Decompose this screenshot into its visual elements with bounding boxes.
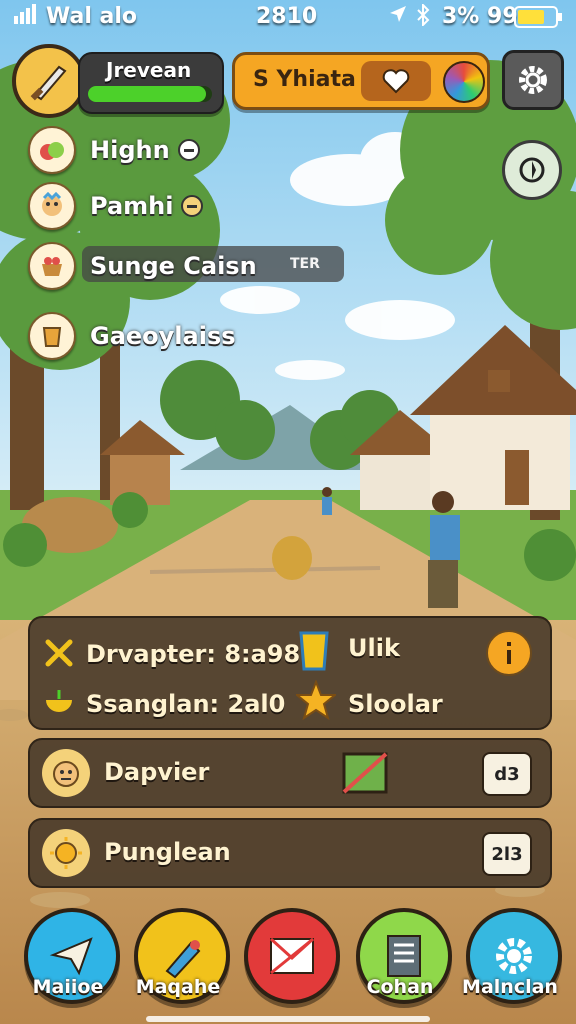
paper-plane-icon [49, 937, 93, 976]
star-icon [294, 679, 338, 724]
player-name: Jrevean [106, 58, 192, 82]
battery-text: 3% 99 [442, 4, 518, 29]
gear-icon [496, 938, 532, 974]
stat-row1-left: Drvapter: 8:a98 [86, 640, 301, 668]
quest-row-dapvier[interactable]: Dapvier d3 [28, 738, 552, 808]
info-button[interactable] [486, 630, 532, 676]
character-icon [28, 182, 76, 230]
basket-icon [28, 242, 76, 290]
nav-label: Cohan [366, 976, 434, 998]
clock: 2810 [256, 4, 318, 29]
currency-label: S Yhiata [253, 67, 356, 92]
side-menu-label: Pamhi [90, 192, 174, 220]
heart-slot[interactable] [361, 61, 431, 101]
villager-icon [42, 749, 90, 797]
compass-button[interactable] [502, 140, 562, 200]
heart-icon [382, 69, 410, 94]
stat-row1-right: Ulik [348, 634, 400, 662]
gem-icon [443, 61, 485, 103]
nav-label: Maiioe [32, 976, 104, 998]
minus-icon [177, 139, 200, 161]
side-menu-tag: TER [290, 256, 320, 272]
fruit-icon [28, 126, 76, 174]
xp-bar-fill [88, 86, 206, 102]
stats-panel: Drvapter: 8:a98 Ulik Ssanglan: 2al0 Sloo… [28, 616, 552, 730]
glass-icon [298, 630, 330, 676]
info-icon [507, 642, 511, 664]
stat-row2-right: Sloolar [348, 690, 443, 718]
side-menu-item-pamhi[interactable]: Pamhi [28, 182, 204, 230]
side-menu-item-highn[interactable]: Highn [28, 126, 200, 174]
nav-label: Malnclan [462, 976, 558, 998]
pencil-icon [165, 940, 201, 979]
close-x-icon [44, 638, 74, 672]
quest-badge[interactable]: 2l3 [482, 832, 532, 876]
xp-bar [88, 86, 212, 102]
side-menu-item-sunge-caisn[interactable]: Sunge Caisn TER [28, 242, 320, 290]
nav-label: Maqahe [135, 976, 221, 998]
quest-badge[interactable]: d3 [482, 752, 532, 796]
player-info: Jrevean [78, 52, 224, 114]
document-icon [387, 935, 421, 977]
currency-bar[interactable]: S Yhiata [232, 52, 490, 110]
settings-button[interactable] [502, 50, 564, 110]
side-menu-label: Gaeoylaiss [90, 322, 236, 350]
side-menu-label: Highn [90, 136, 170, 164]
sword-icon [30, 65, 67, 101]
stat-row2-left: Ssanglan: 2al0 [86, 690, 286, 718]
map-crate-icon [340, 748, 390, 802]
battery-icon [514, 6, 564, 34]
signal-icon [14, 4, 38, 30]
location-icon [388, 4, 408, 30]
gear-icon [519, 66, 547, 94]
status-bar: Wal alo 2810 3% 99 [0, 0, 576, 36]
side-menu-label: Sunge Caisn [90, 252, 257, 280]
player-avatar[interactable] [12, 44, 86, 118]
nav-button-mail[interactable] [244, 908, 340, 1004]
home-indicator[interactable] [146, 1016, 430, 1022]
cup-icon [28, 312, 76, 360]
bowl-icon [44, 686, 74, 720]
quest-label: Dapvier [104, 758, 210, 786]
mail-icon [269, 937, 315, 975]
bluetooth-icon [416, 2, 430, 32]
carrier-text: Wal alo [46, 4, 138, 29]
side-menu-item-gaeoylaiss[interactable]: Gaeoylaiss [28, 312, 236, 360]
sun-character-icon [42, 829, 90, 877]
quest-row-punglean[interactable]: Punglean 2l3 [28, 818, 552, 888]
quest-label: Punglean [104, 838, 231, 866]
compass-icon [519, 157, 545, 183]
minus-icon [181, 195, 204, 217]
